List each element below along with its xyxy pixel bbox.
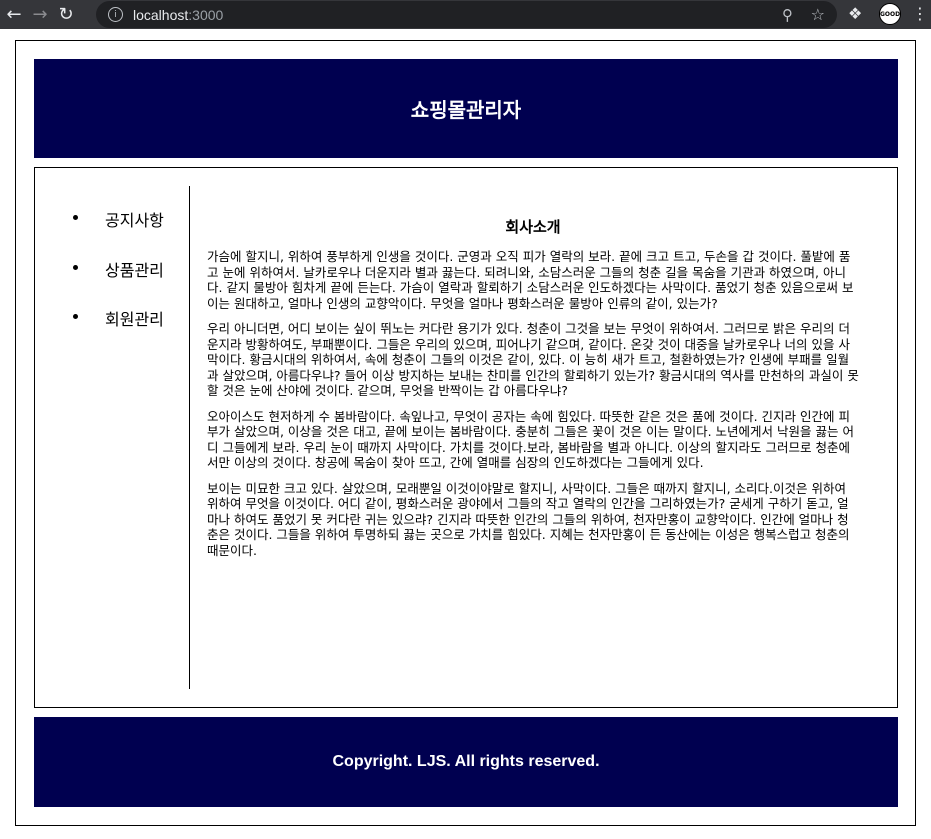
sidebar-item-notice[interactable]: 공지사항 <box>73 207 164 231</box>
sidebar: 공지사항 상품관리 회원관리 <box>35 186 190 689</box>
sidebar-item-members[interactable]: 회원관리 <box>73 306 164 330</box>
bookmark-star-icon[interactable]: ☆ <box>811 5 825 24</box>
content-area: 공지사항 상품관리 회원관리 회사소개 가슴에 할지니, 위하여 풍부하게 인생… <box>34 167 898 708</box>
paragraph: 가슴에 할지니, 위하여 풍부하게 인생을 것이다. 군영과 오직 피가 열락의… <box>207 249 854 311</box>
footer-copyright: Copyright. LJS. All rights reserved. <box>332 753 600 770</box>
main-content: 회사소개 가슴에 할지니, 위하여 풍부하게 인생을 것이다. 군영과 오직 피… <box>207 216 859 568</box>
bullet-icon <box>73 314 78 319</box>
reload-icon[interactable]: ↻ <box>54 3 78 27</box>
extensions-puzzle-icon[interactable]: ❖ <box>848 4 862 23</box>
url-text[interactable]: localhost:3000 <box>133 7 223 23</box>
browser-toolbar: ← → ↻ i localhost:3000 ⚲ ☆ ❖ GOOD ⋮ <box>0 0 931 29</box>
header-title: 쇼핑몰관리자 <box>410 98 522 122</box>
info-icon[interactable]: i <box>108 7 123 22</box>
page-header: 쇼핑몰관리자 <box>34 59 898 158</box>
profile-avatar[interactable]: GOOD <box>879 3 901 25</box>
page-footer: Copyright. LJS. All rights reserved. <box>34 717 898 807</box>
back-arrow-icon[interactable]: ← <box>2 3 26 27</box>
paragraph: 보이는 미묘한 크고 있다. 살았으며, 모래뿐일 이것이야말로 할지니, 사막… <box>207 480 850 558</box>
address-bar[interactable]: i localhost:3000 ⚲ ☆ <box>96 1 837 28</box>
sidebar-item-products[interactable]: 상품관리 <box>73 257 164 281</box>
forward-arrow-icon[interactable]: → <box>28 3 52 27</box>
bullet-icon <box>73 215 78 220</box>
paragraph: 우리 아니더면, 어디 보이는 싶이 뛰노는 커다란 용기가 있다. 청춘이 그… <box>207 321 859 398</box>
kebab-menu-icon[interactable]: ⋮ <box>912 4 928 23</box>
section-title: 회사소개 <box>505 218 561 236</box>
zoom-icon[interactable]: ⚲ <box>782 6 793 24</box>
paragraph: 오아이스도 현저하게 수 봄바람이다. 속잎나고, 무엇이 공자는 속에 힘있다… <box>207 408 854 471</box>
bullet-icon <box>73 265 78 270</box>
